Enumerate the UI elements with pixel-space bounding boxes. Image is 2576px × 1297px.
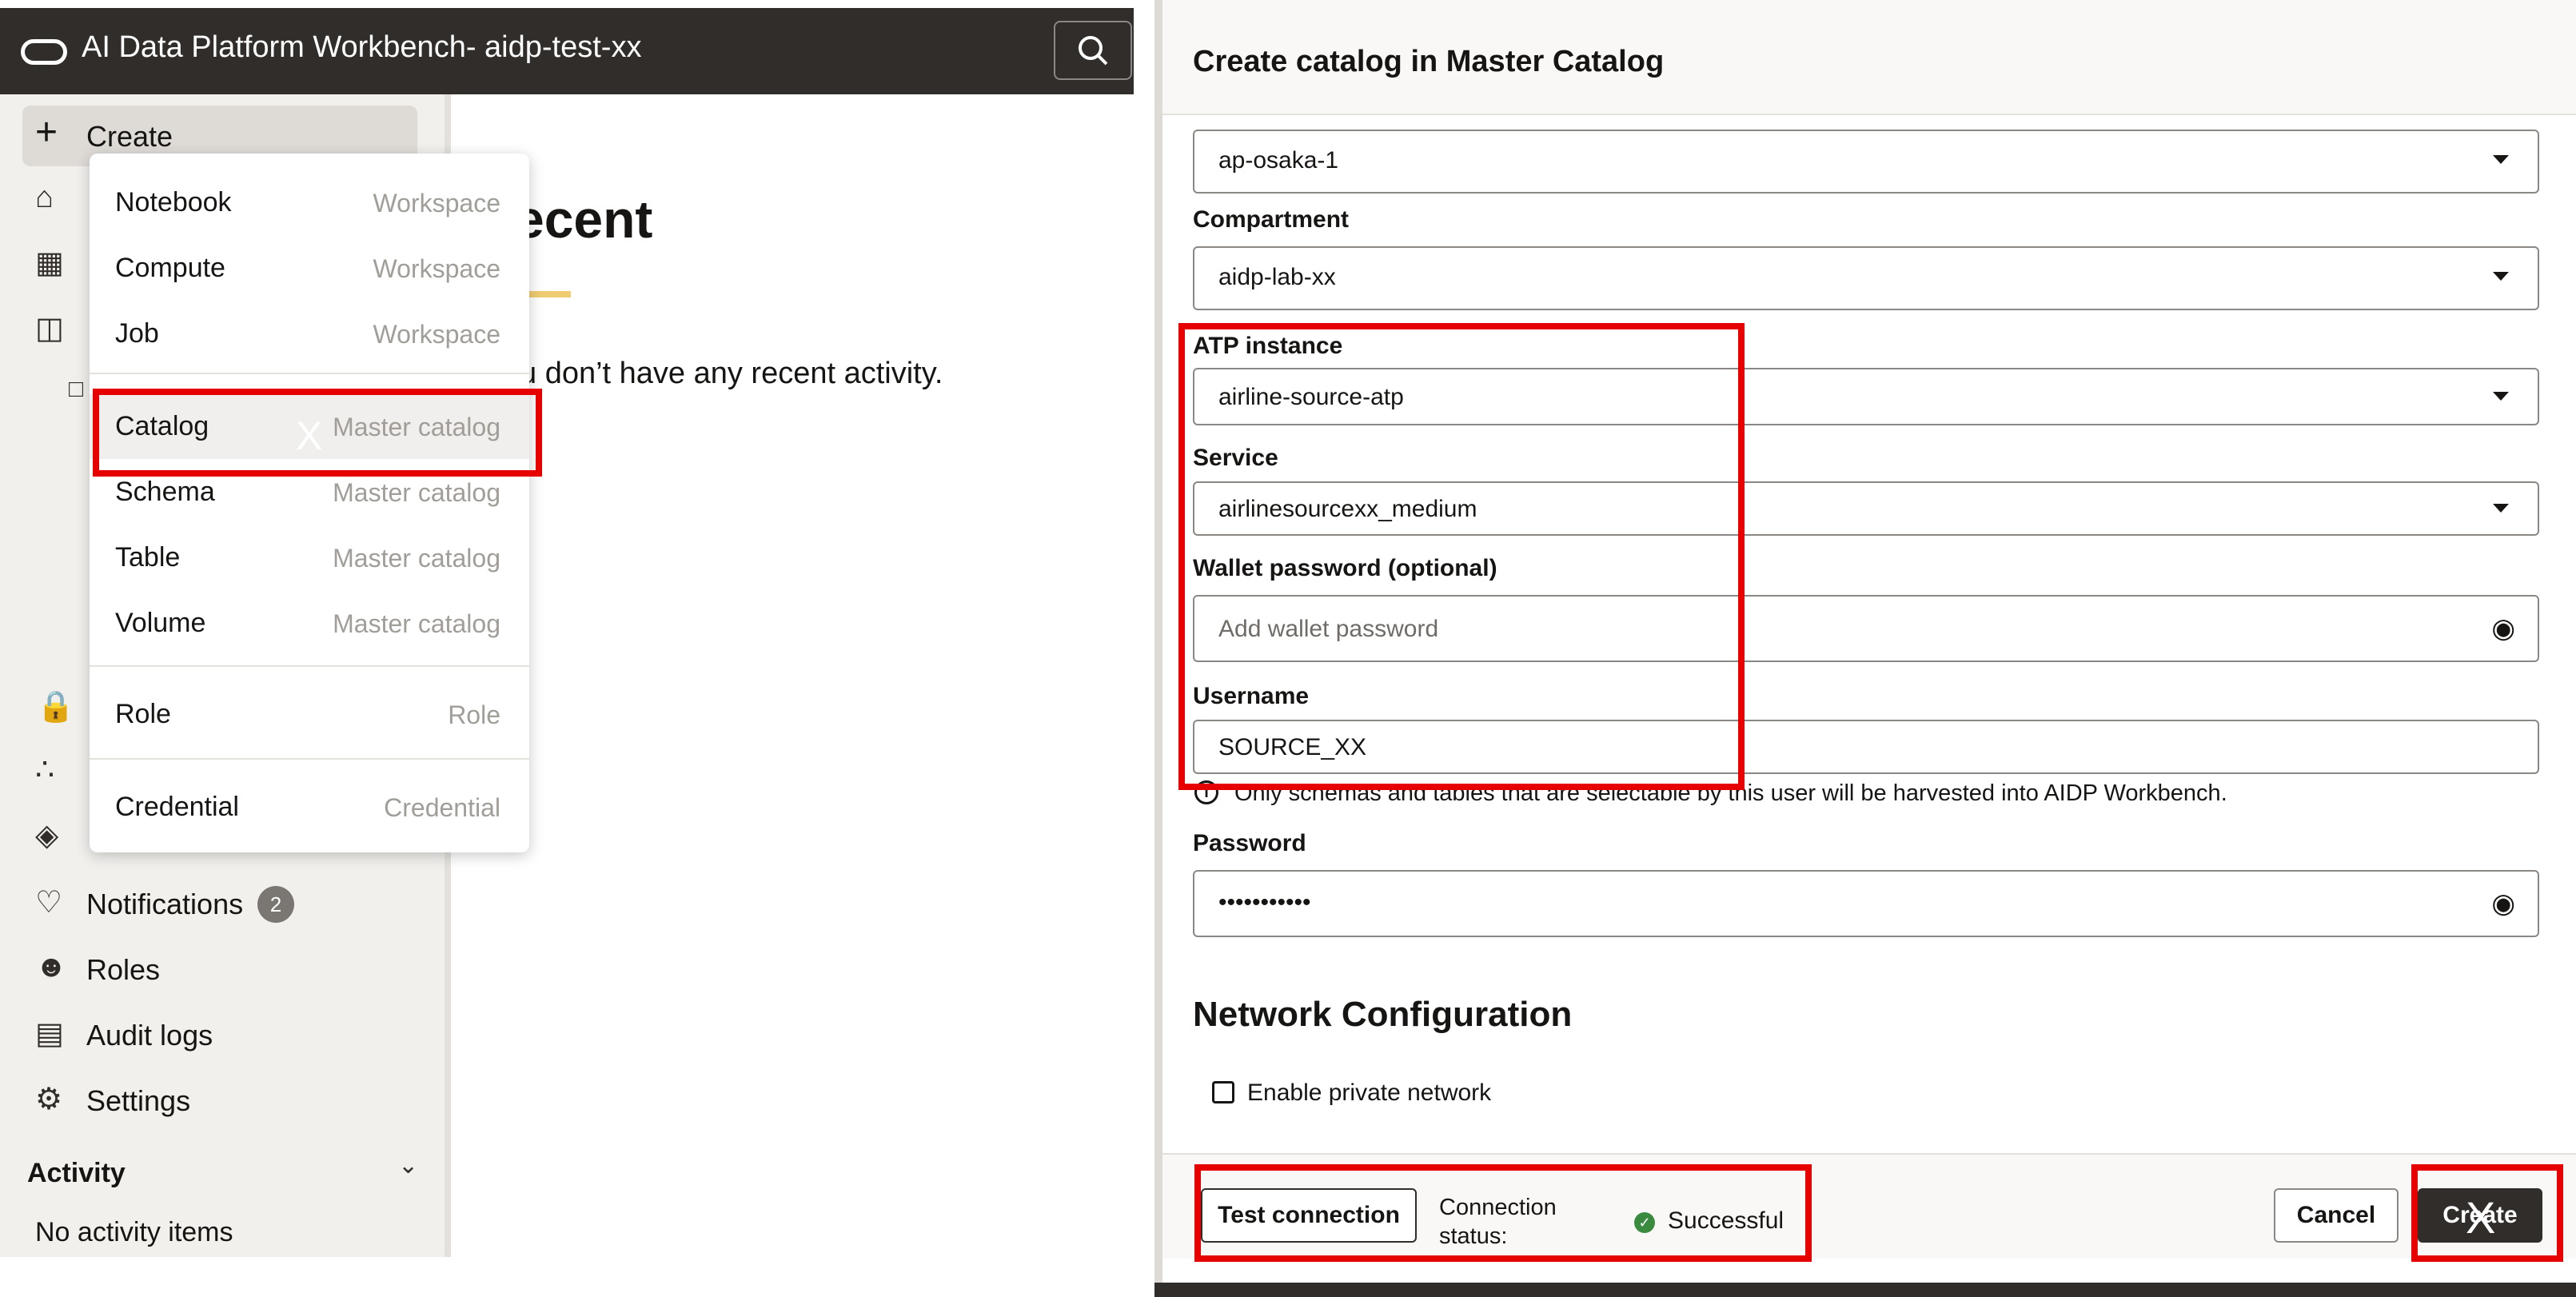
workspace-item-icon[interactable]: □	[69, 376, 83, 403]
menu-item-label: Compute	[115, 253, 225, 283]
test-connection-highlight-box	[1194, 1164, 1812, 1262]
atp-fields-highlight-box	[1178, 323, 1745, 790]
password-input[interactable]: ••••••••••• ◉	[1193, 870, 2539, 937]
caret-down-icon	[2493, 392, 2509, 401]
create-button-label: Create	[86, 120, 173, 153]
sidebar-item-roles[interactable]: Roles	[86, 953, 160, 987]
sidebar-item-settings[interactable]: Settings	[86, 1084, 190, 1118]
menu-item-label: Volume	[115, 608, 206, 638]
caret-down-icon	[2493, 272, 2509, 281]
gear-icon: ⚙	[35, 1083, 63, 1116]
sidebar-item-audit-logs[interactable]: Audit logs	[86, 1019, 213, 1052]
compartment-select[interactable]: aidp-lab-xx	[1193, 246, 2539, 310]
activity-section-title[interactable]: Activity	[27, 1158, 126, 1189]
menu-item-label: Job	[115, 318, 159, 349]
bell-icon: ♡	[35, 886, 63, 920]
menu-item-hint: Master catalog	[333, 609, 500, 638]
plus-icon: +	[35, 111, 58, 154]
menu-item-label: Notebook	[115, 187, 232, 217]
search-icon	[1079, 36, 1108, 66]
menu-item-hint: Master catalog	[333, 544, 500, 573]
region-select[interactable]: ap-osaka-1	[1193, 130, 2539, 194]
private-network-label[interactable]: Enable private network	[1247, 1080, 1491, 1107]
menu-item-job[interactable]: Job Workspace	[90, 301, 529, 366]
recent-heading: ecent	[515, 190, 653, 249]
recent-activity-message: u don’t have any recent activity.	[520, 357, 943, 390]
notification-count-badge: 2	[257, 886, 294, 923]
menu-item-label: Role	[115, 699, 171, 729]
menu-item-table[interactable]: Table Master catalog	[90, 525, 529, 590]
menu-item-hint: Workspace	[373, 254, 500, 283]
network-configuration-title: Network Configuration	[1193, 995, 1573, 1034]
cancel-button[interactable]: Cancel	[2274, 1188, 2399, 1243]
oracle-logo-icon	[21, 39, 67, 65]
chevron-down-icon[interactable]: ⌄	[398, 1151, 418, 1179]
app-title: AI Data Platform Workbench- aidp-test-xx	[82, 30, 642, 64]
lock-icon[interactable]: 🔒	[37, 689, 74, 724]
menu-item-compute[interactable]: Compute Workspace	[90, 235, 529, 301]
menu-item-notebook[interactable]: Notebook Workspace	[90, 170, 529, 235]
sidebar-item-notifications[interactable]: Notifications	[86, 888, 243, 921]
menu-item-label: Credential	[115, 792, 239, 822]
menu-item-hint: Credential	[384, 793, 500, 822]
menu-item-role[interactable]: Role Role	[90, 681, 529, 747]
share-icon[interactable]: ∴	[35, 752, 54, 788]
menu-item-hint: Workspace	[373, 320, 500, 349]
roles-icon: ☻	[35, 950, 67, 984]
compartment-value: aidp-lab-xx	[1218, 264, 1336, 290]
password-value: •••••••••••	[1218, 889, 1311, 916]
dialog-frame	[1154, 0, 1162, 1297]
click-marker: X	[296, 413, 323, 458]
search-button[interactable]	[1054, 21, 1132, 80]
window-bottom-edge	[1154, 1283, 2576, 1297]
home-icon[interactable]: ⌂	[35, 181, 54, 215]
create-dropdown-menu: Notebook Workspace Compute Workspace Job…	[90, 154, 529, 852]
menu-item-hint: Workspace	[373, 189, 500, 217]
create-highlight-box	[2411, 1164, 2563, 1262]
no-activity-text: No activity items	[35, 1217, 233, 1247]
audit-logs-icon: ▤	[35, 1017, 64, 1051]
dialog-title: Create catalog in Master Catalog	[1193, 45, 1665, 78]
briefcase-icon[interactable]: ◫	[35, 310, 64, 346]
menu-divider	[90, 665, 529, 667]
menu-item-hint: Master catalog	[333, 478, 500, 507]
tag-icon[interactable]: ◈	[35, 817, 58, 853]
region-value: ap-osaka-1	[1218, 147, 1339, 174]
menu-item-volume[interactable]: Volume Master catalog	[90, 590, 529, 656]
eye-icon[interactable]: ◉	[2491, 613, 2515, 645]
eye-icon[interactable]: ◉	[2491, 888, 2515, 920]
menu-divider	[90, 758, 529, 760]
menu-item-label: Table	[115, 542, 181, 573]
caret-down-icon	[2493, 155, 2509, 164]
password-label: Password	[1193, 830, 1306, 856]
compartment-label: Compartment	[1193, 206, 1350, 233]
caret-down-icon	[2493, 504, 2509, 513]
menu-item-hint: Role	[448, 700, 500, 729]
menu-divider	[90, 373, 529, 374]
library-icon[interactable]: ▦	[35, 245, 64, 281]
private-network-checkbox[interactable]	[1212, 1081, 1234, 1103]
menu-item-credential[interactable]: Credential Credential	[90, 774, 529, 840]
menu-item-label: Schema	[115, 477, 215, 507]
